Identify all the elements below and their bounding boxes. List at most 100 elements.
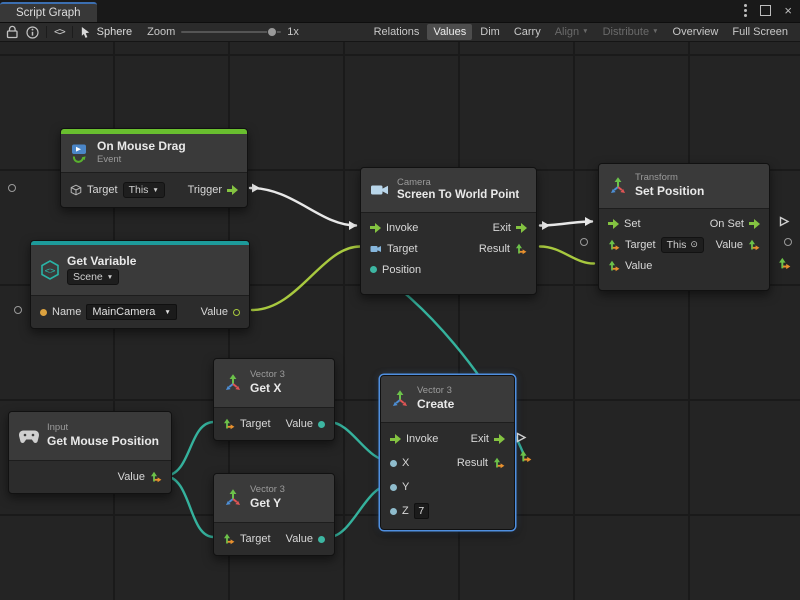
float-port-dot[interactable] bbox=[390, 484, 397, 491]
port-label: Trigger bbox=[188, 184, 222, 196]
float-port-dot[interactable] bbox=[318, 536, 325, 543]
float-port-dot[interactable] bbox=[390, 460, 397, 467]
variable-scope-dropdown[interactable]: Scene▼ bbox=[67, 269, 119, 285]
port-invoke[interactable]: Invoke bbox=[370, 222, 418, 234]
dim-button[interactable]: Dim bbox=[474, 24, 506, 40]
flow-arrow-icon bbox=[608, 219, 619, 229]
flow-arrow-icon bbox=[516, 223, 527, 233]
node-get-x[interactable]: Vector 3 Get X Target Value bbox=[213, 358, 335, 441]
port-name[interactable]: Name MainCamera▼ bbox=[40, 304, 177, 320]
info-icon[interactable] bbox=[26, 26, 39, 39]
overview-button[interactable]: Overview bbox=[667, 24, 725, 40]
values-button[interactable]: Values bbox=[427, 24, 472, 40]
port-trigger[interactable]: Trigger bbox=[188, 184, 238, 196]
port-label: Set bbox=[624, 218, 641, 230]
port-target[interactable]: Target bbox=[223, 533, 271, 545]
port-camera-target[interactable]: Target bbox=[370, 243, 418, 255]
vector3-port-dot[interactable] bbox=[370, 266, 377, 273]
node-title: Get Variable bbox=[67, 255, 136, 269]
float-port-dot[interactable] bbox=[318, 421, 325, 428]
port-on-set[interactable]: On Set bbox=[710, 218, 760, 230]
port-exit[interactable]: Exit bbox=[471, 433, 505, 445]
align-dropdown[interactable]: Align▼ bbox=[549, 24, 595, 40]
caret-down-icon: ▼ bbox=[107, 274, 113, 281]
node-title: Screen To World Point bbox=[397, 189, 519, 202]
close-icon[interactable]: × bbox=[784, 4, 792, 17]
port-label: Value bbox=[286, 418, 313, 430]
object-port-dot[interactable] bbox=[233, 309, 240, 316]
node-create-vector3[interactable]: Vector 3 Create Invoke Exit bbox=[380, 375, 515, 530]
port-y[interactable]: Y bbox=[390, 481, 409, 493]
node-category: Input bbox=[47, 423, 159, 433]
unconnected-flow-indicator bbox=[779, 216, 790, 227]
wire-result-to-value[interactable] bbox=[540, 247, 594, 264]
zoom-control: Zoom 1x bbox=[147, 26, 299, 38]
node-get-y[interactable]: Vector 3 Get Y Target Value bbox=[213, 473, 335, 556]
wire-trigger-to-invoke[interactable] bbox=[250, 188, 356, 226]
port-label: Result bbox=[457, 457, 488, 469]
flow-arrow-icon bbox=[749, 219, 760, 229]
zoom-slider-handle[interactable] bbox=[267, 27, 277, 37]
port-label: Target bbox=[240, 418, 271, 430]
caret-down-icon: ▼ bbox=[652, 28, 658, 35]
graph-breadcrumb[interactable]: Sphere bbox=[80, 26, 132, 39]
distribute-dropdown[interactable]: Distribute▼ bbox=[597, 24, 665, 40]
relations-button[interactable]: Relations bbox=[368, 24, 426, 40]
script-graph-window: Script Graph × <> Sphere Zoom 1x Relatio… bbox=[0, 0, 800, 600]
port-value-in[interactable]: Value bbox=[608, 260, 652, 272]
target-this-dropdown[interactable]: This▼ bbox=[123, 182, 165, 198]
port-value-out[interactable]: Value bbox=[286, 418, 325, 430]
zoom-slider[interactable] bbox=[181, 31, 281, 33]
port-z[interactable]: Z 7 bbox=[390, 503, 429, 519]
port-invoke[interactable]: Invoke bbox=[390, 433, 438, 445]
vector3-icon bbox=[223, 488, 243, 508]
carry-button[interactable]: Carry bbox=[508, 24, 547, 40]
port-x[interactable]: X bbox=[390, 457, 409, 469]
node-screen-to-world-point[interactable]: Camera Screen To World Point Invoke Exit bbox=[360, 167, 537, 295]
tab-script-graph[interactable]: Script Graph bbox=[0, 2, 97, 22]
graph-canvas[interactable]: On Mouse Drag Event Target This▼ Trigger bbox=[0, 42, 800, 600]
window-buttons: × bbox=[744, 4, 792, 17]
node-title: On Mouse Drag bbox=[97, 140, 186, 154]
port-value-out[interactable]: Value bbox=[201, 306, 240, 318]
port-transform-target[interactable]: Target This⊙ bbox=[608, 237, 704, 253]
lock-icon[interactable] bbox=[6, 25, 19, 39]
vector3-port-icon bbox=[223, 418, 235, 430]
vector3-port-icon bbox=[493, 457, 505, 469]
node-get-variable[interactable]: Get Variable Scene▼ Name MainCamera▼ Val… bbox=[30, 240, 250, 329]
node-on-mouse-drag[interactable]: On Mouse Drag Event Target This▼ Trigger bbox=[60, 128, 248, 208]
port-target[interactable]: Target bbox=[223, 418, 271, 430]
variable-name-dropdown[interactable]: MainCamera▼ bbox=[86, 304, 176, 320]
code-icon[interactable]: <> bbox=[54, 26, 65, 38]
port-value-out[interactable]: Value bbox=[716, 239, 760, 251]
vector3-wire-cap-icon bbox=[519, 450, 532, 463]
vector3-wire-cap-icon bbox=[778, 257, 791, 270]
port-label: Value bbox=[625, 260, 652, 272]
string-port-dot[interactable] bbox=[40, 309, 47, 316]
maximize-icon[interactable] bbox=[760, 5, 771, 16]
wire-arrow-cap bbox=[349, 221, 357, 230]
port-result[interactable]: Result bbox=[479, 243, 527, 255]
port-label: Invoke bbox=[406, 433, 438, 445]
node-header: Get Variable Scene▼ bbox=[31, 245, 249, 296]
port-value-out[interactable]: Value bbox=[118, 471, 162, 483]
wire-variable-to-camera-target[interactable] bbox=[252, 247, 360, 311]
unconnected-flow-indicator bbox=[516, 432, 527, 443]
menu-kebab-icon[interactable] bbox=[744, 4, 747, 17]
node-set-position[interactable]: Transform Set Position Set On Set bbox=[598, 163, 770, 291]
node-category: Vector 3 bbox=[250, 370, 285, 380]
full-screen-button[interactable]: Full Screen bbox=[726, 24, 794, 40]
z-value-input[interactable]: 7 bbox=[414, 503, 429, 519]
port-set[interactable]: Set bbox=[608, 218, 641, 230]
port-position[interactable]: Position bbox=[370, 264, 421, 276]
node-category: Camera bbox=[397, 178, 519, 188]
port-exit[interactable]: Exit bbox=[493, 222, 527, 234]
port-result[interactable]: Result bbox=[457, 457, 505, 469]
port-label: Target bbox=[625, 239, 656, 251]
float-port-dot[interactable] bbox=[390, 508, 397, 515]
port-label: Value bbox=[716, 239, 743, 251]
target-this-dropdown[interactable]: This⊙ bbox=[661, 237, 704, 253]
node-get-mouse-position[interactable]: Input Get Mouse Position Value bbox=[8, 411, 172, 494]
port-value-out[interactable]: Value bbox=[286, 533, 325, 545]
port-target[interactable]: Target This▼ bbox=[70, 182, 165, 198]
